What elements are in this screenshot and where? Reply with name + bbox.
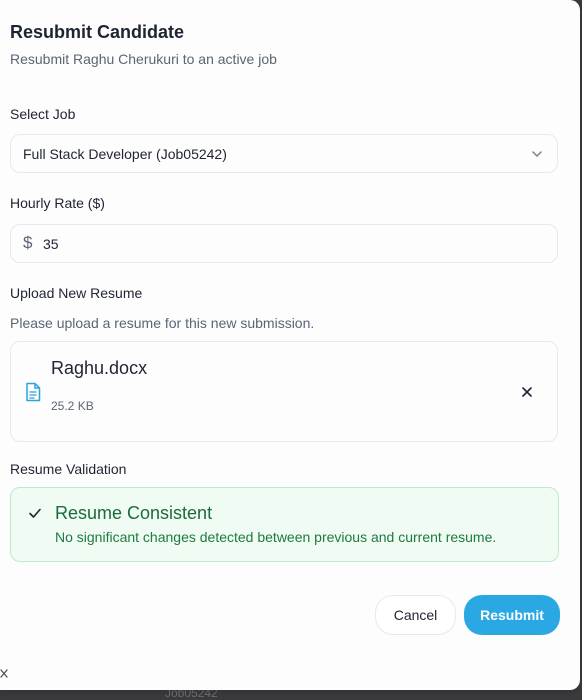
resubmit-dialog: Resubmit Candidate Resubmit Raghu Cheruk… xyxy=(0,0,580,690)
check-icon xyxy=(29,508,41,518)
validation-status-box: Resume Consistent No significant changes… xyxy=(10,487,559,562)
resubmit-button[interactable]: Resubmit xyxy=(464,595,560,635)
validation-status-description: No significant changes detected between … xyxy=(55,529,497,545)
chevron-down-icon xyxy=(532,151,542,157)
dollar-icon: $ xyxy=(23,233,33,252)
job-select[interactable]: Full Stack Developer (Job05242) xyxy=(10,134,558,173)
resume-validation-label: Resume Validation xyxy=(10,461,127,477)
close-icon[interactable] xyxy=(0,668,9,679)
dialog-title: Resubmit Candidate xyxy=(10,22,185,42)
file-name: Raghu.docx xyxy=(51,358,148,378)
job-select-value: Full Stack Developer (Job05242) xyxy=(23,146,227,162)
hourly-rate-input[interactable]: $ 35 xyxy=(10,224,558,263)
hourly-rate-value: 35 xyxy=(43,236,59,252)
upload-resume-label: Upload New Resume xyxy=(10,285,143,301)
document-icon xyxy=(26,382,41,402)
hourly-rate-label: Hourly Rate ($) xyxy=(10,195,105,211)
close-icon[interactable] xyxy=(519,384,535,400)
uploaded-file-card: Raghu.docx 25.2 KB xyxy=(10,341,558,442)
dialog-subtitle: Resubmit Raghu Cherukuri to an active jo… xyxy=(10,51,277,67)
file-size: 25.2 KB xyxy=(51,399,94,413)
select-job-label: Select Job xyxy=(10,106,76,122)
cancel-button[interactable]: Cancel xyxy=(375,595,456,635)
upload-hint: Please upload a resume for this new subm… xyxy=(10,315,315,331)
validation-status-title: Resume Consistent xyxy=(55,503,213,523)
